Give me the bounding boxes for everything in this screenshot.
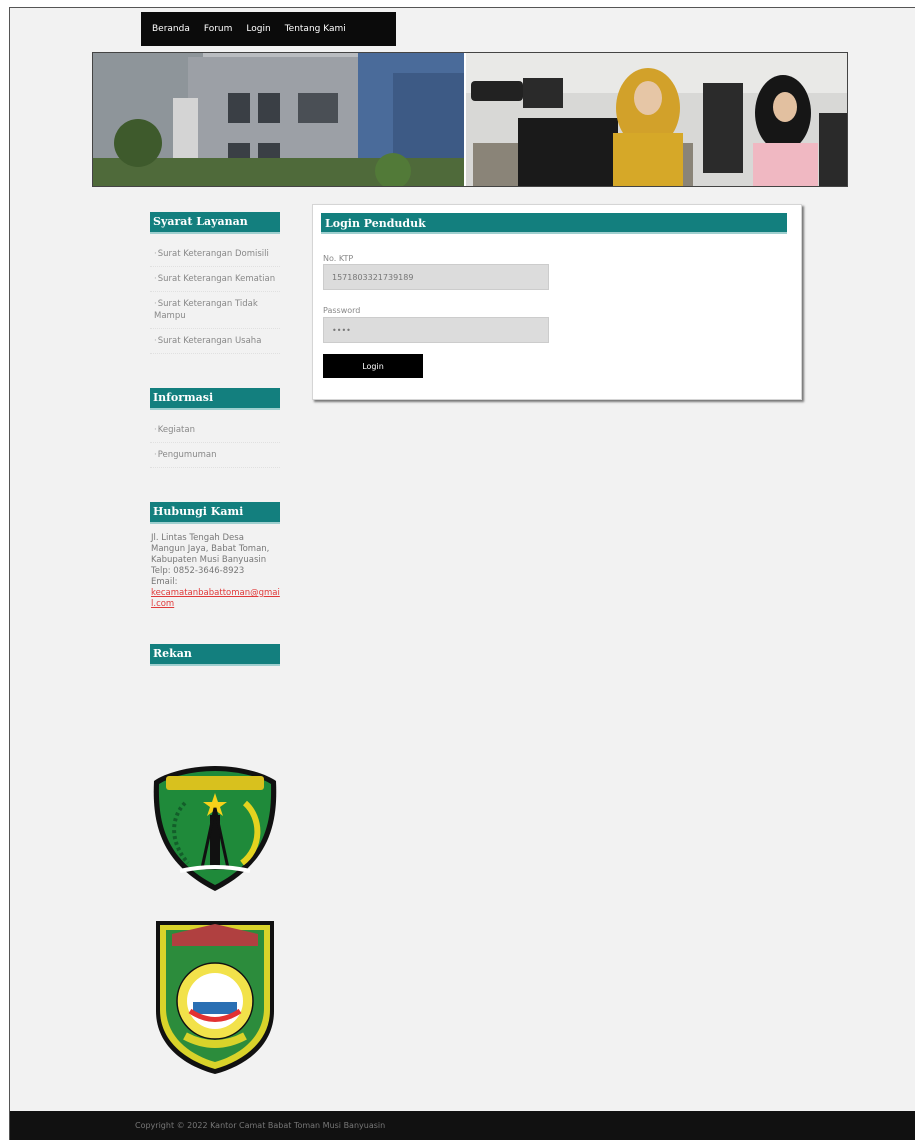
footer-copyright: Copyright © 2022 Kantor Camat Babat Toma… <box>135 1121 386 1130</box>
hubungi-kami-block: Hubungi Kami Jl. Lintas Tengah Desa Mang… <box>150 502 280 610</box>
ktp-input[interactable] <box>323 264 549 290</box>
sidebar-item-pengumuman[interactable]: ·Pengumuman <box>150 443 280 468</box>
contact-phone: Telp: 0852-3646-8923 <box>151 566 245 576</box>
sidebar-item-tidak-mampu[interactable]: ·Surat Keterangan Tidak Mampu <box>150 292 280 329</box>
sidebar-item-kegiatan[interactable]: ·Kegiatan <box>150 418 280 443</box>
informasi-list: ·Kegiatan ·Pengumuman <box>150 418 280 468</box>
contact-email-link[interactable]: kecamatanbabattoman@gmail.com <box>151 588 280 610</box>
hubungi-kami-title: Hubungi Kami <box>150 502 280 524</box>
syarat-layanan-list: ·Surat Keterangan Domisili ·Surat Ketera… <box>150 242 280 354</box>
login-button[interactable]: Login <box>323 354 423 378</box>
password-input[interactable] <box>323 317 549 343</box>
rekan-block: Rekan <box>150 644 280 666</box>
login-panel-title: Login Penduduk <box>321 213 787 234</box>
ktp-label: No. KTP <box>323 254 354 263</box>
contact-address: Jl. Lintas Tengah Desa Mangun Jaya, Baba… <box>151 533 270 565</box>
page-frame: Beranda Forum Login Tentang Kami Syarat … <box>9 7 915 1140</box>
contact-email-label: Email: <box>151 577 178 587</box>
banner-photo <box>93 53 847 186</box>
sidebar: Syarat Layanan ·Surat Keterangan Domisil… <box>150 212 280 666</box>
nav-beranda[interactable]: Beranda <box>152 24 190 34</box>
rekan-title: Rekan <box>150 644 280 666</box>
sumatera-selatan-logo[interactable] <box>150 916 280 1076</box>
musi-banyuasin-logo[interactable] <box>150 763 280 893</box>
header-banner <box>92 52 848 187</box>
syarat-layanan-block: Syarat Layanan ·Surat Keterangan Domisil… <box>150 212 280 354</box>
contact-info: Jl. Lintas Tengah Desa Mangun Jaya, Baba… <box>150 533 280 610</box>
sidebar-item-domisili[interactable]: ·Surat Keterangan Domisili <box>150 242 280 267</box>
informasi-title: Informasi <box>150 388 280 410</box>
syarat-layanan-title: Syarat Layanan <box>150 212 280 234</box>
sidebar-item-kematian[interactable]: ·Surat Keterangan Kematian <box>150 267 280 292</box>
password-label: Password <box>323 306 361 315</box>
informasi-block: Informasi ·Kegiatan ·Pengumuman <box>150 388 280 468</box>
nav-login[interactable]: Login <box>246 24 270 34</box>
sidebar-item-usaha[interactable]: ·Surat Keterangan Usaha <box>150 329 280 354</box>
footer: Copyright © 2022 Kantor Camat Babat Toma… <box>10 1111 915 1140</box>
nav-tentang-kami[interactable]: Tentang Kami <box>285 24 346 34</box>
nav-forum[interactable]: Forum <box>204 24 233 34</box>
top-navigation: Beranda Forum Login Tentang Kami <box>141 12 396 46</box>
login-panel: Login Penduduk No. KTP Password Login <box>312 204 802 400</box>
